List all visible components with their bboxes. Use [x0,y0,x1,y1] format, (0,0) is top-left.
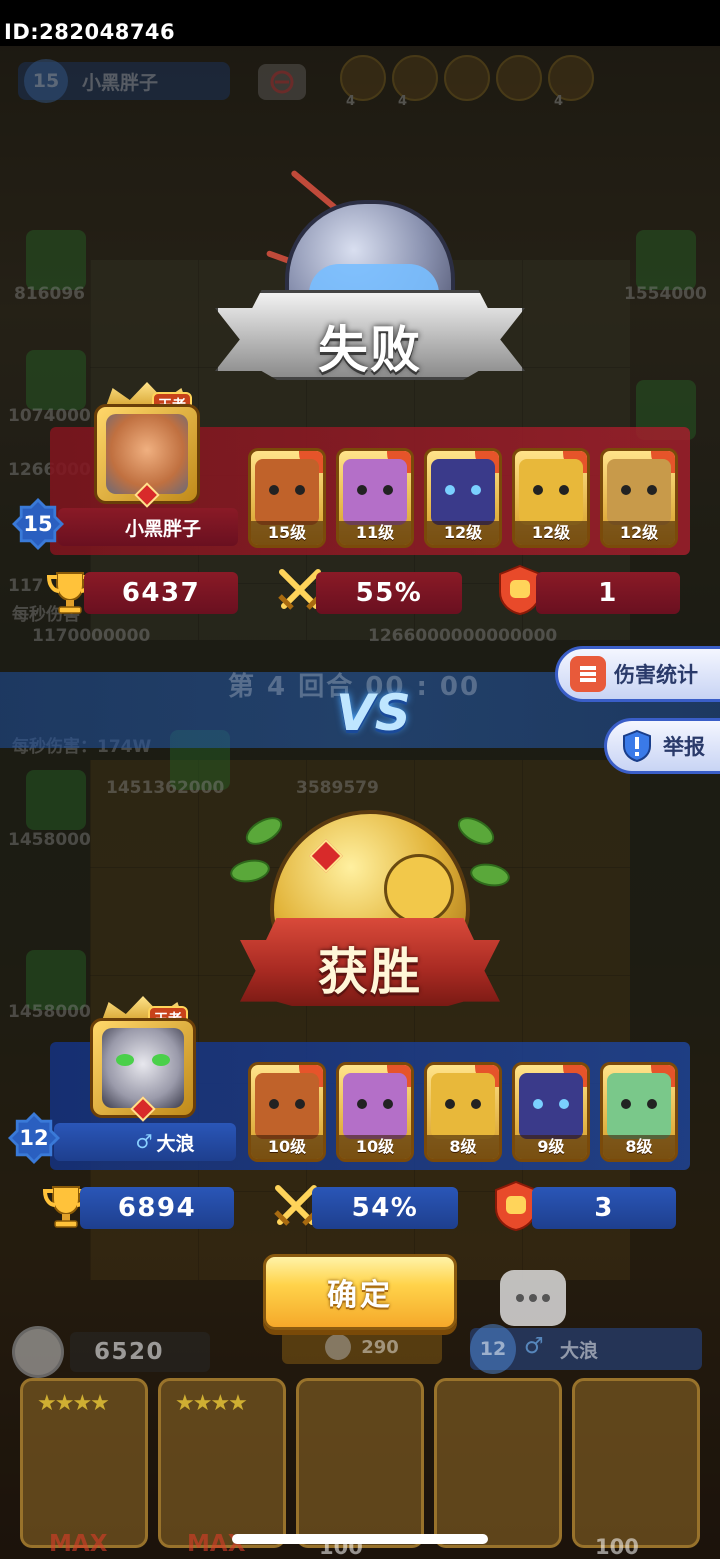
defeat-label: 失败 [318,321,422,379]
hero-deck: ★★★★ MAX ★★★★ MAX 100 100 [20,1378,700,1559]
hero-card[interactable]: 10级 [248,1062,326,1162]
loser-hero-list: 15级 11级 12级 12级 12级 [248,448,678,548]
deck-card: ★★★★ MAX [20,1378,148,1557]
report-button[interactable]: 举报 [604,718,720,774]
winner-fist-count: 3 [532,1187,676,1229]
loser-trophies: 6437 [84,572,238,614]
opponent-bar: 12 ♂ 大浪 [470,1324,702,1374]
hero-card[interactable]: 8级 [424,1062,502,1162]
energy-icon [325,1334,352,1360]
damage-stats-label: 伤害统计 [614,663,698,687]
report-label: 举报 [663,735,705,759]
vs-label: VS [336,684,411,742]
opponent-name: 大浪 [560,1339,599,1362]
hero-card[interactable]: 9级 [512,1062,590,1162]
confirm-label: 确定 [327,1278,393,1313]
deck-card: 100 [296,1378,424,1559]
winner-trophies: 6894 [80,1187,234,1229]
victory-badge: 获胜 [228,790,512,1020]
player-id-text: ID:282048746 [4,20,176,44]
winner-name-plate: ♂ 大浪 [54,1123,236,1161]
winner-avatar[interactable]: 王者 [84,996,202,1126]
energy-value: 290 [361,1336,399,1358]
hero-card[interactable]: 8级 [600,1062,678,1162]
shield-alert-icon [619,728,655,764]
winner-win-rate: 54% [312,1187,458,1229]
hero-card[interactable]: 12级 [512,448,590,548]
loser-avatar[interactable]: 王者 [88,382,206,512]
loser-name: 小黑胖子 [124,517,201,540]
damage-stats-button[interactable]: 伤害统计 [555,646,720,702]
chat-bubble-icon[interactable] [500,1270,566,1326]
home-indicator[interactable] [232,1534,488,1544]
confirm-button[interactable]: 确定 [263,1254,457,1330]
deck-card [434,1378,562,1548]
opponent-level: 12 [470,1324,516,1374]
male-icon: ♂ [524,1334,544,1359]
winner-name: 大浪 [156,1132,195,1155]
loser-win-rate: 55% [316,572,462,614]
loser-fist-count: 1 [536,572,680,614]
hero-card[interactable]: 15级 [248,448,326,548]
hero-card[interactable]: 11级 [336,448,414,548]
victory-label: 获胜 [318,943,422,1001]
list-icon [570,656,606,692]
status-bar: ID:282048746 [0,0,720,46]
hero-card[interactable]: 12级 [424,448,502,548]
deck-card: 100 [572,1378,700,1559]
loser-name-plate: 小黑胖子 [58,508,238,546]
winner-level-badge: 12 [8,1112,60,1164]
hero-card[interactable]: 10级 [336,1062,414,1162]
defeat-badge: 失败 [215,169,525,400]
hero-card[interactable]: 12级 [600,448,678,548]
energy-bar: 290 [282,1330,442,1364]
winner-hero-list: 10级 10级 8级 9级 8级 [248,1062,678,1162]
male-icon: ♂ [135,1131,153,1153]
deck-card: ★★★★ MAX [158,1378,286,1557]
coin-count: 6520 [70,1332,210,1372]
coin-icon [12,1326,64,1378]
